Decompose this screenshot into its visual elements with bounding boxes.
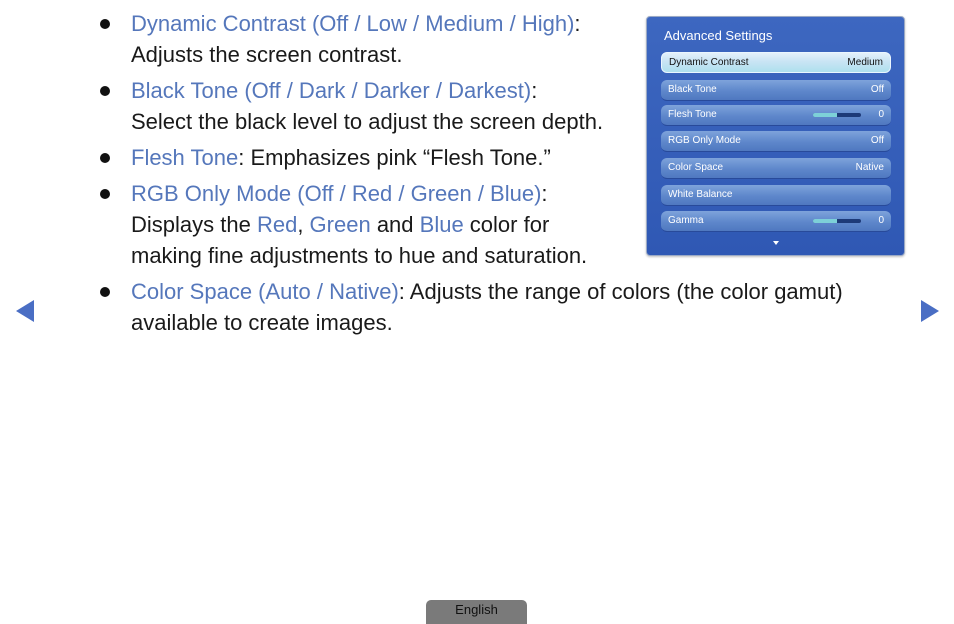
bullet-description: Adjusts the screen contrast.: [131, 42, 403, 67]
slider-fill: [813, 113, 837, 117]
row-value: 0: [878, 215, 884, 226]
bullet-title: Black Tone (Off / Dark / Darker / Darkes…: [131, 78, 532, 103]
menu-row-flesh-tone[interactable]: Flesh Tone 0: [661, 105, 891, 126]
row-label: RGB Only Mode: [668, 135, 741, 146]
bullet-dot: [100, 287, 110, 297]
row-value: Native: [855, 162, 884, 173]
red-term: Red: [256, 212, 298, 237]
row-value: 0: [878, 109, 884, 120]
row-value: Off: [870, 135, 884, 146]
bullet-title: Dynamic Contrast (Off / Low / Medium / H…: [131, 11, 575, 36]
previous-page-arrow-icon[interactable]: [16, 300, 34, 322]
bullet-title: RGB Only Mode (Off / Red / Green / Blue): [131, 181, 542, 206]
green-term: Green: [309, 212, 371, 237]
bullet-title: Flesh Tone: [131, 145, 239, 170]
bullet-description: : Emphasizes pink “Flesh Tone.”: [238, 145, 551, 170]
menu-row-dynamic-contrast[interactable]: Dynamic Contrast Medium: [661, 52, 891, 73]
bullet-dot: [100, 86, 110, 96]
row-label: Black Tone: [668, 84, 717, 95]
bullet-description: : Adjusts the range of colors (the color…: [398, 279, 843, 304]
menu-row-white-balance[interactable]: White Balance: [661, 185, 891, 206]
menu-row-color-space[interactable]: Color Space Native: [661, 158, 891, 179]
row-label: Gamma: [668, 215, 704, 226]
bullet-dot: [100, 153, 110, 163]
bullet-dot: [100, 189, 110, 199]
row-label: Flesh Tone: [668, 109, 717, 120]
row-label: Dynamic Contrast: [669, 57, 749, 68]
bullet-description-cont: available to create images.: [131, 310, 393, 335]
scroll-down-arrow-icon[interactable]: [773, 241, 779, 245]
next-page-arrow-icon[interactable]: [921, 300, 939, 322]
flesh-tone-slider[interactable]: [813, 113, 861, 117]
row-value: Medium: [847, 57, 883, 68]
bullet-description: Displays the Red, Green and Blue color f…: [131, 212, 550, 237]
bullet-dot: [100, 19, 110, 29]
menu-row-rgb-only-mode[interactable]: RGB Only Mode Off: [661, 131, 891, 152]
row-label: Color Space: [668, 162, 724, 173]
gamma-slider[interactable]: [813, 219, 861, 223]
menu-row-black-tone[interactable]: Black Tone Off: [661, 80, 891, 101]
bullet-description: Select the black level to adjust the scr…: [131, 109, 604, 134]
advanced-settings-panel: Advanced Settings Dynamic Contrast Mediu…: [646, 16, 905, 256]
language-tab[interactable]: English: [426, 600, 527, 624]
slider-fill: [813, 219, 837, 223]
row-value: Off: [870, 84, 884, 95]
panel-title: Advanced Settings: [664, 28, 773, 43]
blue-term: Blue: [419, 212, 464, 237]
bullet-title: Color Space (Auto / Native): [131, 279, 399, 304]
row-label: White Balance: [668, 189, 733, 200]
menu-row-gamma[interactable]: Gamma 0: [661, 211, 891, 232]
bullet-description-cont: making fine adjustments to hue and satur…: [131, 243, 588, 268]
